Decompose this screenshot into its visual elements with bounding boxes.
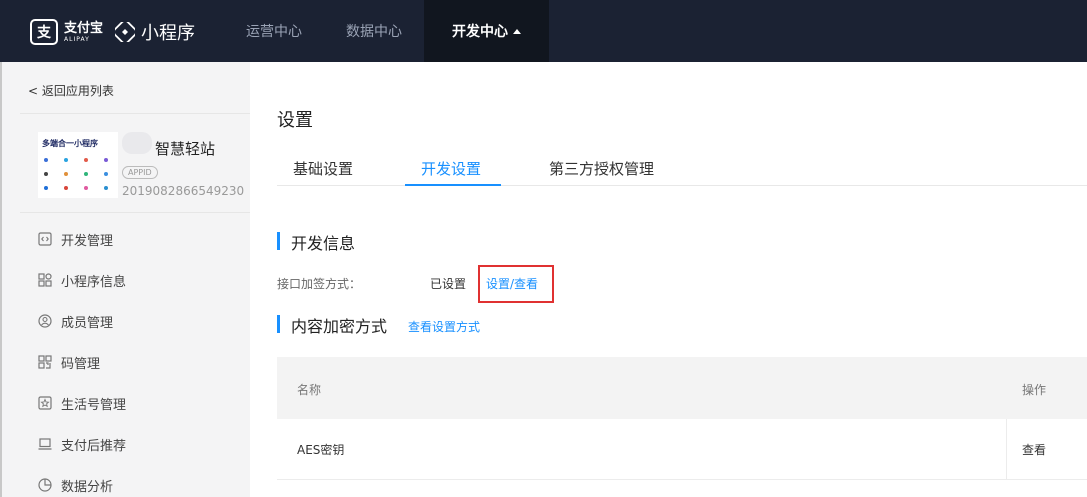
section-marker xyxy=(277,315,280,333)
app-id: 2019082866549230 xyxy=(122,184,245,198)
menu-code-management[interactable]: 码管理 xyxy=(38,352,100,372)
active-tab-indicator xyxy=(405,184,501,186)
top-navbar: 支 支付宝 ALIPAY 小程序 运营中心 数据中心 开发中心 xyxy=(0,0,1087,62)
signing-method-label: 接口加签方式： xyxy=(277,277,362,291)
nav-data[interactable]: 数据中心 xyxy=(324,0,424,62)
encryption-title: 内容加密方式 xyxy=(291,317,388,336)
table-header: 名称 操作 xyxy=(277,357,1087,419)
chevron-left-icon: < xyxy=(28,84,39,98)
table-row: AES密钥 查看 xyxy=(277,419,1087,480)
section-marker xyxy=(277,232,280,250)
page-title: 设置 xyxy=(277,110,313,131)
tab-dev-settings[interactable]: 开发设置 xyxy=(421,158,481,179)
divider xyxy=(20,212,250,213)
view-aes-key-link[interactable]: 查看 xyxy=(1022,441,1046,458)
column-action-header: 操作 xyxy=(1022,383,1047,397)
settings-tabs: 基础设置 开发设置 第三方授权管理 xyxy=(277,148,1087,186)
alipay-logo-icon: 支 xyxy=(30,19,58,45)
thumb-title: 多端合一小程序 xyxy=(42,139,98,148)
alipay-brand-text: 支付宝 xyxy=(64,20,104,36)
cell-divider xyxy=(1006,419,1007,480)
app-name: 智慧轻站 xyxy=(155,140,216,158)
brand[interactable]: 支 支付宝 ALIPAY 小程序 xyxy=(30,18,195,46)
row-name: AES密钥 xyxy=(297,443,345,457)
miniprogram-logo-icon xyxy=(115,22,136,42)
top-nav: 运营中心 数据中心 开发中心 xyxy=(224,0,549,62)
menu-post-payment[interactable]: 支付后推荐 xyxy=(38,434,126,454)
laptop-icon xyxy=(38,438,52,450)
menu-dev-management[interactable]: 开发管理 xyxy=(38,229,113,249)
grid-icon xyxy=(38,273,52,287)
nav-operations[interactable]: 运营中心 xyxy=(224,0,324,62)
tab-third-party-auth[interactable]: 第三方授权管理 xyxy=(549,158,654,179)
code-icon xyxy=(38,232,52,246)
menu-lifestyle-account[interactable]: 生活号管理 xyxy=(38,393,126,413)
qrcode-icon xyxy=(38,355,52,369)
product-name: 小程序 xyxy=(141,23,196,44)
menu-data-analysis[interactable]: 数据分析 xyxy=(38,475,113,495)
pie-chart-icon xyxy=(38,478,52,492)
star-box-icon xyxy=(38,396,52,410)
view-setting-method-link[interactable]: 查看设置方式 xyxy=(408,318,480,335)
user-circle-icon xyxy=(38,314,52,328)
caret-up-icon xyxy=(513,28,521,34)
highlight-annotation xyxy=(478,265,554,303)
nav-development[interactable]: 开发中心 xyxy=(424,0,549,62)
blurred-prefix xyxy=(122,132,152,154)
menu-members[interactable]: 成员管理 xyxy=(38,311,113,331)
column-name-header: 名称 xyxy=(297,383,322,397)
appid-badge: APPID xyxy=(122,166,158,179)
sidebar: < 返回应用列表 多端合一小程序 智慧轻站 APPID 201908286654… xyxy=(0,62,250,497)
divider xyxy=(20,113,250,114)
signing-method-value: 已设置 xyxy=(430,277,467,291)
alipay-brand-en: ALIPAY xyxy=(64,35,90,43)
menu-app-info[interactable]: 小程序信息 xyxy=(38,270,126,290)
back-to-app-list[interactable]: < 返回应用列表 xyxy=(28,82,114,99)
app-thumbnail: 多端合一小程序 xyxy=(38,132,118,198)
dev-info-title: 开发信息 xyxy=(291,234,356,253)
tab-basic-settings[interactable]: 基础设置 xyxy=(293,158,353,179)
